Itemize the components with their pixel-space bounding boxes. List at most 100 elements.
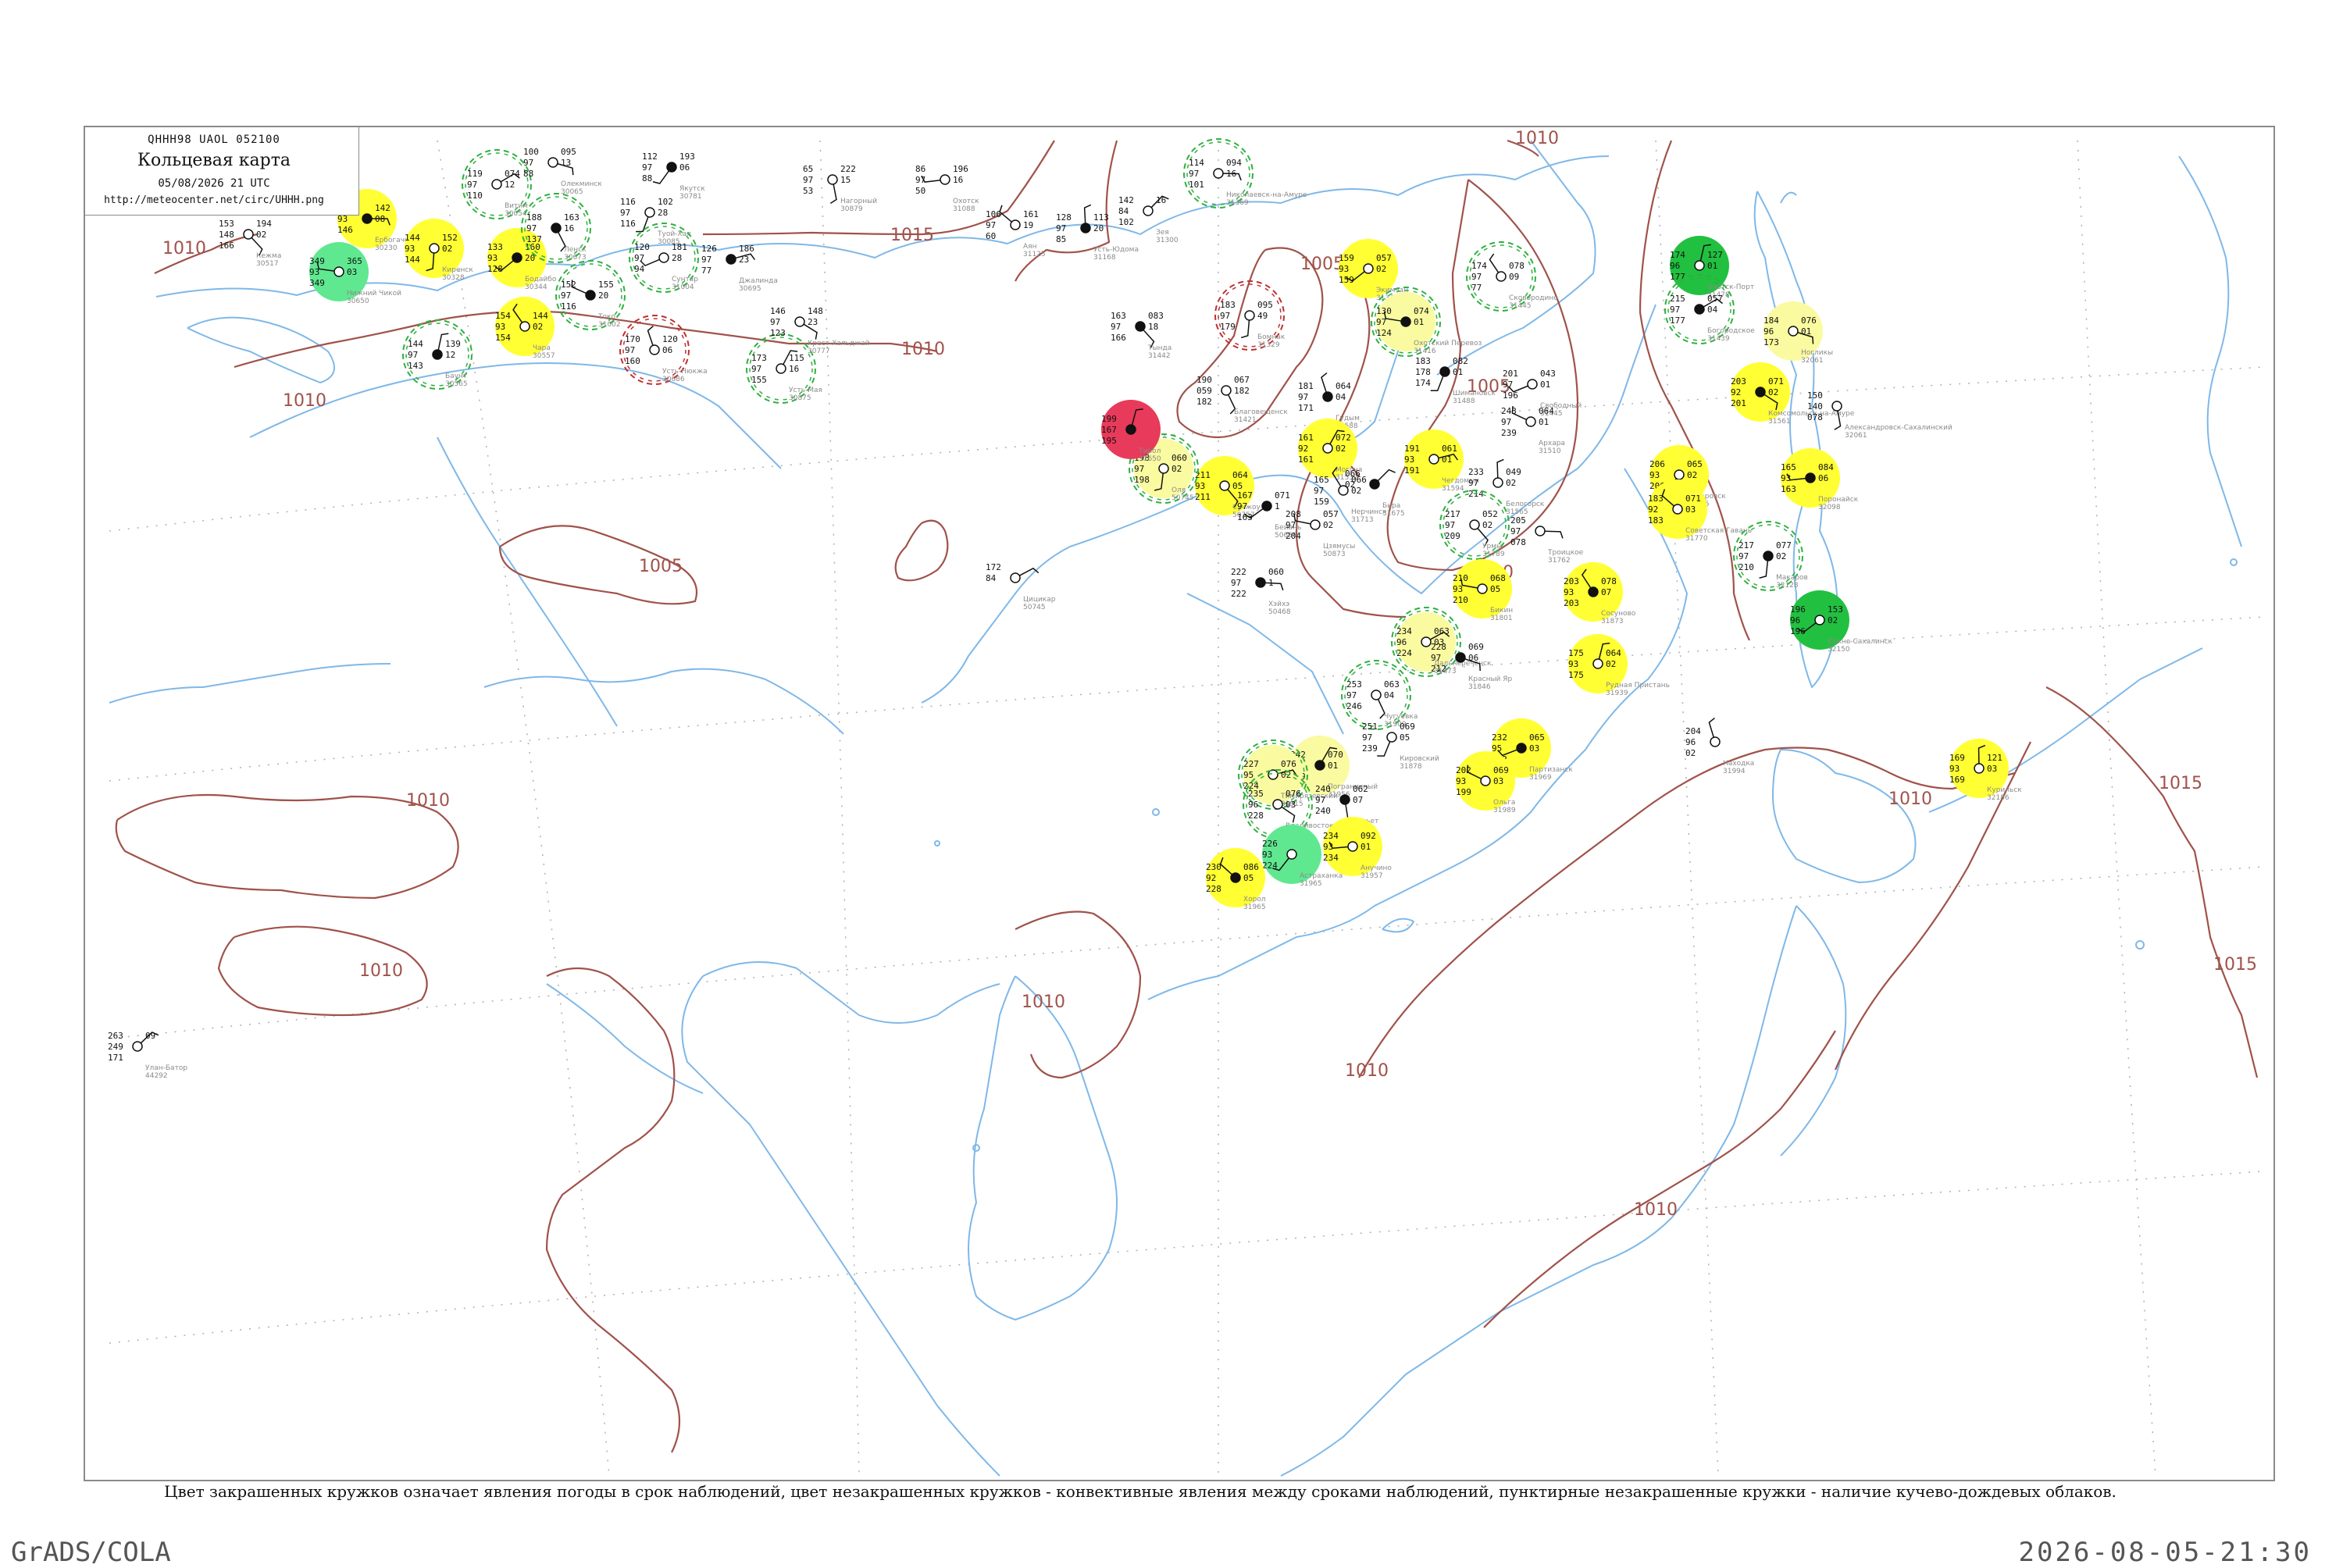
station-marker[interactable]: 20597078 Троицкое31762	[1510, 515, 1584, 565]
cloud-cover-icon	[1525, 416, 1536, 427]
station-marker[interactable]: 14493144 15202 Киренск30328	[405, 219, 473, 282]
station-marker[interactable]: 21093210 06805 Бикин31801	[1453, 559, 1513, 622]
station-marker[interactable]: 199167195 Тирол31650	[1101, 400, 1161, 463]
station-marker[interactable]: 1169711610228Туой-Хая30085	[620, 197, 691, 246]
station-index: 31300	[1156, 237, 1179, 244]
wind-barb-icon	[1759, 560, 1769, 579]
station-value: 04	[1384, 690, 1395, 700]
isobar-label: 1010	[283, 391, 326, 411]
station-marker[interactable]: 25197239 06905 Кировский31878	[1362, 722, 1439, 771]
station-value: 97	[1111, 322, 1121, 332]
station-marker[interactable]: 20293199 06903 Ольга31989	[1456, 751, 1516, 814]
station-marker[interactable]: 2119321106405Сучжоу50757	[1195, 456, 1261, 519]
station-marker[interactable]: 1599315905702Экимчан31348	[1339, 239, 1408, 302]
station-name: Архара	[1539, 440, 1565, 447]
station-marker[interactable]: 16593163 08406 Поронайск32098	[1781, 448, 1859, 511]
station-marker[interactable]: 1749617712701Охотск-Порт31478	[1670, 236, 1754, 299]
station-index: 32186	[1987, 794, 2010, 802]
station-value: 128	[487, 264, 503, 274]
station-marker[interactable]: 23493234 09201 Анучино31957	[1323, 817, 1392, 880]
isobar-label: 1010	[1022, 992, 1065, 1012]
station-index: 31873	[1601, 618, 1624, 625]
station-value: 93	[405, 244, 415, 254]
station-value: 092	[1361, 831, 1376, 841]
station-marker[interactable]: 16397166 08318 Тында31442	[1111, 311, 1172, 360]
station-value: 199	[1101, 414, 1117, 424]
station-value: 160	[625, 356, 640, 366]
cloud-cover-icon	[1694, 304, 1705, 315]
station-index: 31770	[1685, 535, 1708, 543]
station-index: 30695	[739, 285, 761, 293]
station-value: 161	[1023, 209, 1039, 219]
station-value: 143	[408, 361, 423, 371]
station-value: 052	[1482, 509, 1498, 519]
station-marker[interactable]: 15297116 15520 Токо31002	[555, 260, 626, 330]
station-value: 154	[495, 333, 511, 343]
station-value: 97	[1189, 169, 1199, 179]
station-marker[interactable]: 22297222 0601 Хэйхэ50468	[1231, 567, 1291, 616]
station-marker[interactable]: 1749777 07809 Сковородино31445	[1466, 241, 1558, 312]
station-marker[interactable]: 1269777 18623 Джалинда30695	[701, 244, 778, 293]
station-value: 222	[840, 164, 856, 174]
station-marker[interactable]: 2339721404902Белогорск31565	[1468, 458, 1545, 516]
station-value: 23	[808, 317, 818, 327]
station-value: 02	[1776, 551, 1786, 561]
station-name: Охотский Перевоз	[1414, 340, 1482, 347]
station-value: 212	[1431, 664, 1446, 674]
footer-timestamp: 2026-08-05-21:30	[2018, 1537, 2312, 1568]
station-marker[interactable]: 17593175 06402 Рудная Пристань31939	[1568, 634, 1670, 697]
cloud-cover-icon	[1400, 316, 1411, 327]
station-marker[interactable]: 21797209 05202 Урмы31789	[1439, 490, 1510, 560]
cloud-cover-icon	[1535, 526, 1546, 536]
station-marker[interactable]: 18397179 09549 Бомнак31329	[1214, 280, 1286, 351]
isobar-label: 1005	[1300, 255, 1344, 274]
station-value: 070	[1328, 750, 1343, 760]
station-value: 263	[108, 1031, 123, 1041]
station-value: 93	[1339, 264, 1349, 274]
station-value: 069	[1400, 722, 1415, 732]
station-marker[interactable]: 1129788 19306 Якутск30781	[642, 151, 705, 201]
wind-barb-icon	[829, 184, 837, 204]
station-marker[interactable]: 15493154 14402 Чара30557	[495, 297, 555, 360]
station-value: 1	[1275, 501, 1280, 511]
station-marker[interactable]: 153148166 19402 Кежма30517	[219, 219, 281, 268]
station-value: 076	[1281, 759, 1296, 769]
station-marker[interactable]: 263249171 09 Улан-Батор44292	[108, 1031, 187, 1080]
station-index: 31442	[1148, 352, 1171, 360]
station-value: 222	[1231, 567, 1246, 577]
station-value: 074	[505, 169, 520, 179]
station-marker[interactable]: 11497101 09416 Николаевск-на-Амуре31369	[1183, 138, 1307, 208]
station-value: 161	[1298, 433, 1314, 443]
station-index: 30054	[505, 210, 527, 218]
station-marker[interactable]: 20393203 07807 Сосуново31873	[1564, 562, 1636, 625]
station-name: Рудная Пристань	[1606, 682, 1670, 690]
station-value: 02	[1606, 659, 1616, 669]
station-name: Нерчинск	[1351, 508, 1387, 516]
station-marker[interactable]: 869750 19616 Охотск31088	[915, 164, 979, 213]
station-value: 239	[1362, 743, 1378, 754]
station-marker[interactable]: 17097160 12006 Усть-Нюкжа30686	[619, 315, 708, 385]
station-value: 148	[808, 306, 823, 316]
station-value: 97	[751, 364, 761, 374]
station-value: 97	[1346, 690, 1357, 700]
cloud-cover-icon	[1272, 799, 1283, 810]
station-marker[interactable]: 1339312816020Бодайбо30344	[487, 228, 557, 291]
station-name: Бодайбо	[525, 276, 557, 283]
station-value: 228	[1431, 642, 1446, 652]
station-marker[interactable]: 23092228 08605 Хорол31965	[1206, 848, 1266, 911]
station-marker[interactable]: 659753 22215 Нагорный30879	[803, 164, 877, 213]
station-value: 203	[1564, 598, 1579, 608]
map-url[interactable]: http://meteocenter.net/circ/UHHH.png	[85, 194, 343, 206]
station-marker[interactable]: 14284102 16 Зея31300	[1118, 195, 1179, 244]
station-marker[interactable]: 2539724606304Чугуевка31909	[1341, 660, 1418, 730]
station-marker[interactable]: 1199711007412Витим30054	[462, 149, 532, 219]
station-marker[interactable]: 2049602 Находка31994	[1685, 717, 1754, 775]
station-marker[interactable]: 18496173 07601 Ногликы32061	[1763, 301, 1833, 365]
station-marker[interactable]: 19696196 15302 Южно-Сахалинск32150	[1790, 590, 1893, 654]
station-marker[interactable]: 100978809513Олекминск30065	[523, 147, 602, 196]
cloud-cover-icon	[519, 321, 530, 332]
station-marker[interactable]: 14697123 14823 Крест-Хальджай30777	[770, 306, 870, 355]
station-name: Хэйхэ	[1268, 600, 1289, 608]
station-name: Астраханка	[1300, 872, 1343, 880]
station-value: 93	[1404, 454, 1414, 465]
